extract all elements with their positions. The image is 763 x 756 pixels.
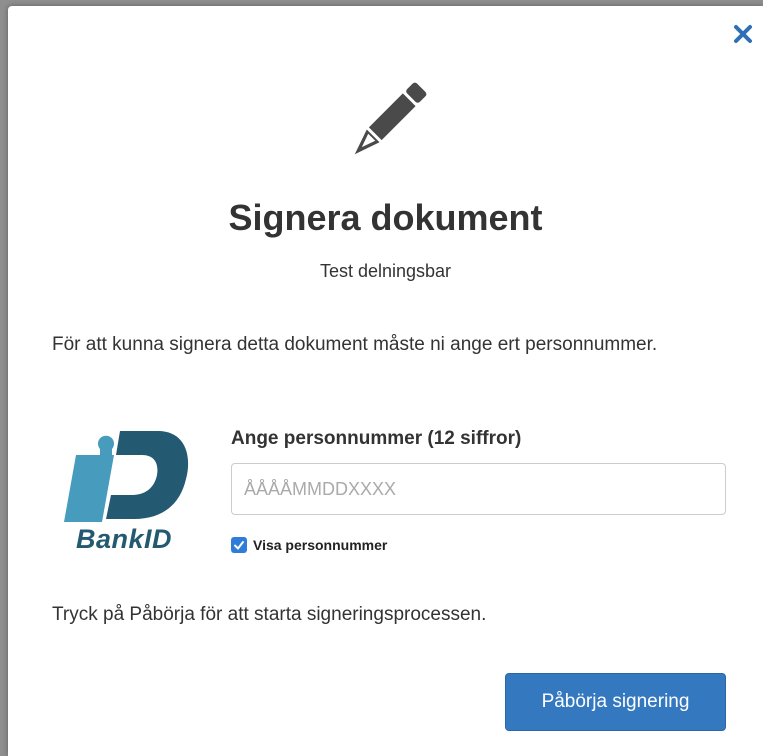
document-name: Test delningsbar — [319, 261, 452, 281]
personnummer-label: Ange personnummer (12 siffror) — [231, 428, 522, 449]
pencil-icon — [354, 82, 427, 155]
sign-document-dialog: Signera dokument Test delningsbar För at… — [8, 6, 763, 756]
start-signing-button[interactable]: Påbörja signering — [505, 673, 726, 731]
checkmark-icon — [234, 541, 244, 550]
show-personnummer-toggle[interactable]: Visa personnummer — [231, 536, 387, 554]
bankid-mark-icon — [64, 431, 189, 522]
close-button[interactable] — [731, 22, 755, 46]
dialog-title: Signera dokument — [228, 197, 543, 238]
show-personnummer-checkbox[interactable] — [231, 537, 247, 553]
personnummer-input[interactable] — [231, 463, 726, 515]
close-icon — [734, 25, 752, 43]
start-hint: Tryck på Påbörja för att starta signerin… — [52, 604, 487, 625]
bankid-wordmark: BankID — [75, 524, 173, 554]
show-personnummer-label: Visa personnummer — [253, 537, 388, 553]
instruction-text: För att kunna signera detta dokument mås… — [52, 334, 658, 355]
bankid-logo: BankID — [54, 427, 194, 561]
